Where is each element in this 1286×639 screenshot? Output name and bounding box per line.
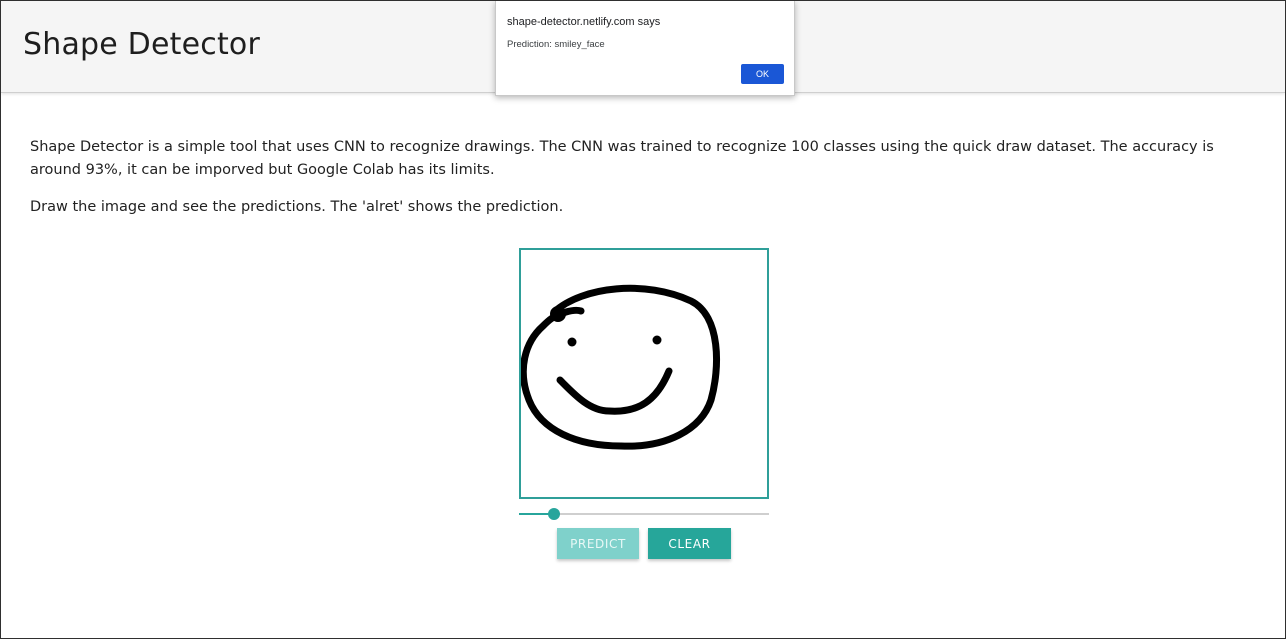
right-eye-dot bbox=[652, 335, 662, 345]
browser-viewport: Shape Detector Shape Detector is a simpl… bbox=[0, 0, 1286, 639]
predict-button[interactable]: PREDICT bbox=[557, 528, 639, 559]
description-text: Shape Detector is a simple tool that use… bbox=[30, 139, 1214, 178]
smile-stroke bbox=[556, 367, 673, 415]
app-title: Shape Detector bbox=[23, 27, 260, 62]
alert-message: Prediction: smiley_face bbox=[507, 39, 605, 50]
slider-thumb[interactable] bbox=[548, 508, 560, 520]
left-eye-dot bbox=[567, 337, 577, 347]
alert-dialog: shape-detector.netlify.com says Predicti… bbox=[495, 1, 795, 96]
stroke-blob bbox=[550, 306, 566, 322]
alert-title: shape-detector.netlify.com says bbox=[507, 16, 661, 28]
main-content: Shape Detector is a simple tool that use… bbox=[30, 136, 1258, 217]
instructions-text: Draw the image and see the predictions. … bbox=[30, 199, 564, 215]
alert-ok-button[interactable]: OK bbox=[741, 64, 784, 84]
brush-size-slider[interactable] bbox=[519, 505, 769, 523]
smiley-drawing bbox=[521, 284, 721, 450]
drawing-canvas[interactable] bbox=[519, 248, 769, 499]
clear-button[interactable]: CLEAR bbox=[648, 528, 731, 559]
